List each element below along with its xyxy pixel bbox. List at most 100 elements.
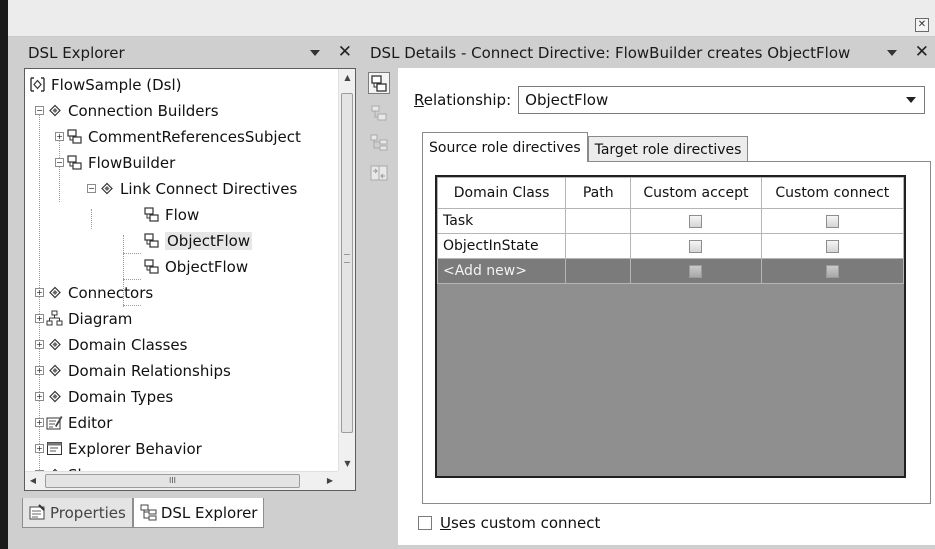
expand-toggle-icon[interactable]: + bbox=[35, 314, 44, 323]
tab-target-role-directives[interactable]: Target role directives bbox=[587, 136, 749, 162]
cell-path[interactable] bbox=[565, 233, 632, 259]
dsl-explorer-panel: DSL Explorer ✕ FlowSample (Dsl) − Connec… bbox=[22, 40, 358, 545]
tree-node-label: Connectors bbox=[68, 283, 154, 302]
properties-icon bbox=[29, 504, 45, 520]
expand-toggle-icon[interactable]: + bbox=[35, 288, 44, 297]
cell-domain-class[interactable]: <Add new> bbox=[437, 258, 567, 284]
details-close-icon[interactable]: ✕ bbox=[915, 44, 929, 61]
custom-connect-checkbox[interactable] bbox=[825, 214, 839, 228]
tree-node-label: Connection Builders bbox=[68, 101, 219, 120]
window-position-dropdown-icon[interactable] bbox=[309, 49, 320, 56]
tree-node-flowbuilder[interactable]: − FlowBuilder bbox=[55, 150, 175, 175]
expand-toggle-icon[interactable]: + bbox=[55, 132, 64, 141]
tree-node-label: Editor bbox=[68, 413, 113, 432]
tab-source-role-directives[interactable]: Source role directives bbox=[422, 132, 588, 162]
tree-node-connectors[interactable]: + Connectors bbox=[35, 280, 153, 305]
cell-custom-accept bbox=[630, 258, 762, 284]
cell-path[interactable] bbox=[565, 208, 632, 234]
tree-node-directive-flow[interactable]: Flow bbox=[143, 202, 199, 227]
details-content: Relationship: ObjectFlow Source role dir… bbox=[398, 68, 935, 545]
uses-custom-connect-row[interactable]: Uses custom connect bbox=[418, 514, 600, 532]
collapse-toggle-icon[interactable]: − bbox=[87, 184, 96, 193]
tree-node-diagram[interactable]: + Diagram bbox=[35, 306, 132, 331]
tree-node-label: FlowSample (Dsl) bbox=[51, 75, 182, 94]
relationship-row: Relationship: ObjectFlow bbox=[414, 86, 926, 114]
explorer-bottom-tabs: Properties DSL Explorer bbox=[22, 498, 265, 528]
scroll-right-arrow-icon[interactable]: ▶ bbox=[322, 472, 338, 490]
add-new-row[interactable]: <Add new> bbox=[437, 258, 904, 284]
cell-domain-class[interactable]: ObjectInState bbox=[437, 233, 567, 259]
tab-properties[interactable]: Properties bbox=[22, 498, 133, 528]
tree-node-domain-types[interactable]: + Domain Types bbox=[35, 384, 173, 409]
tree-node-label: CommentReferencesSubject bbox=[88, 127, 301, 146]
column-header-custom-connect[interactable]: Custom connect bbox=[760, 177, 904, 209]
collapse-toggle-icon[interactable]: − bbox=[35, 106, 44, 115]
dsl-root-icon bbox=[30, 77, 45, 92]
expand-toggle-icon[interactable]: + bbox=[35, 366, 44, 375]
custom-accept-checkbox[interactable] bbox=[689, 214, 703, 228]
relationship-dropdown[interactable]: ObjectFlow bbox=[518, 86, 926, 114]
tree-node-label: Domain Relationships bbox=[68, 361, 231, 380]
expand-toggle-icon[interactable]: + bbox=[35, 444, 44, 453]
explorer-header: DSL Explorer ✕ bbox=[22, 40, 358, 65]
cell-path[interactable] bbox=[565, 258, 632, 284]
tab-dsl-explorer[interactable]: DSL Explorer bbox=[132, 498, 265, 528]
tree-node-label: ObjectFlow bbox=[165, 257, 249, 276]
tree-node-editor[interactable]: + Editor bbox=[35, 410, 112, 435]
document-close-icon[interactable]: ✕ bbox=[915, 18, 929, 32]
cell-custom-accept bbox=[630, 208, 762, 234]
tree-node-domain-classes[interactable]: + Domain Classes bbox=[35, 332, 187, 357]
tree-vertical-scrollbar[interactable]: ▲ ▼ bbox=[338, 69, 355, 472]
expand-toggle-icon[interactable]: + bbox=[35, 392, 44, 401]
column-header-path[interactable]: Path bbox=[565, 177, 632, 209]
diamond-folder-icon bbox=[101, 182, 113, 195]
custom-connect-checkbox[interactable] bbox=[825, 239, 839, 253]
custom-accept-checkbox[interactable] bbox=[689, 239, 703, 253]
explorer-close-icon[interactable]: ✕ bbox=[338, 44, 352, 61]
scroll-thumb[interactable] bbox=[341, 93, 353, 433]
scroll-up-arrow-icon[interactable]: ▲ bbox=[339, 69, 355, 86]
hierarchy-icon bbox=[370, 134, 388, 151]
collapse-toggle-icon[interactable]: − bbox=[55, 158, 64, 167]
custom-connect-checkbox[interactable] bbox=[825, 264, 839, 278]
tree-node-connection-builders[interactable]: − Connection Builders bbox=[35, 98, 219, 123]
tree-node-root[interactable]: FlowSample (Dsl) bbox=[29, 72, 182, 97]
table-row[interactable]: Task bbox=[437, 208, 904, 234]
window-position-dropdown-icon[interactable] bbox=[886, 49, 897, 56]
expand-toggle-icon[interactable]: + bbox=[35, 340, 44, 349]
expand-toggle-icon[interactable]: + bbox=[35, 418, 44, 427]
tree-horizontal-scrollbar[interactable]: ◀ III ▶ bbox=[25, 471, 338, 490]
grid-header-row: Domain Class Path Custom accept Custom c… bbox=[437, 177, 904, 209]
connection-builder-icon bbox=[67, 129, 82, 144]
diamond-folder-icon bbox=[49, 364, 61, 377]
cell-custom-accept bbox=[630, 233, 762, 259]
column-header-domain-class[interactable]: Domain Class bbox=[437, 177, 567, 209]
tree-node-domain-relationships[interactable]: + Domain Relationships bbox=[35, 358, 231, 383]
tree-node-label: FlowBuilder bbox=[88, 153, 176, 172]
toolbar-button-4[interactable] bbox=[368, 162, 390, 184]
uses-custom-connect-checkbox[interactable] bbox=[418, 516, 432, 530]
tree-node-link-connect-directives[interactable]: − Link Connect Directives bbox=[87, 176, 297, 201]
uses-custom-connect-text: ses custom connect bbox=[450, 514, 601, 532]
toolbar-button-3[interactable] bbox=[368, 132, 390, 154]
custom-accept-checkbox[interactable] bbox=[689, 264, 703, 278]
column-header-custom-accept[interactable]: Custom accept bbox=[630, 177, 762, 209]
directives-grid[interactable]: Domain Class Path Custom accept Custom c… bbox=[435, 175, 906, 478]
table-row[interactable]: ObjectInState bbox=[437, 233, 904, 259]
scroll-thumb[interactable]: III bbox=[45, 474, 300, 488]
relationship-label-accesskey: R bbox=[414, 91, 424, 109]
tree-node-explorer-behavior[interactable]: + Explorer Behavior bbox=[35, 436, 202, 461]
cell-domain-class[interactable]: Task bbox=[437, 208, 567, 234]
tree-node-directive-objectflow[interactable]: ObjectFlow bbox=[143, 254, 248, 279]
connect-directive-view-button[interactable] bbox=[368, 72, 390, 94]
toolbar-button-2[interactable] bbox=[368, 102, 390, 124]
tree-node-label: Explorer Behavior bbox=[68, 439, 202, 458]
cell-custom-connect bbox=[760, 258, 904, 284]
scroll-down-arrow-icon[interactable]: ▼ bbox=[339, 455, 355, 472]
explorer-tree-view[interactable]: FlowSample (Dsl) − Connection Builders +… bbox=[24, 68, 356, 491]
tree-node-comment-references-subject[interactable]: + CommentReferencesSubject bbox=[55, 124, 301, 149]
dsl-explorer-icon bbox=[140, 504, 157, 521]
scroll-left-arrow-icon[interactable]: ◀ bbox=[25, 472, 41, 490]
uses-custom-connect-accesskey: U bbox=[440, 514, 451, 532]
tree-node-directive-objectflow-selected[interactable]: ObjectFlow bbox=[143, 228, 253, 253]
